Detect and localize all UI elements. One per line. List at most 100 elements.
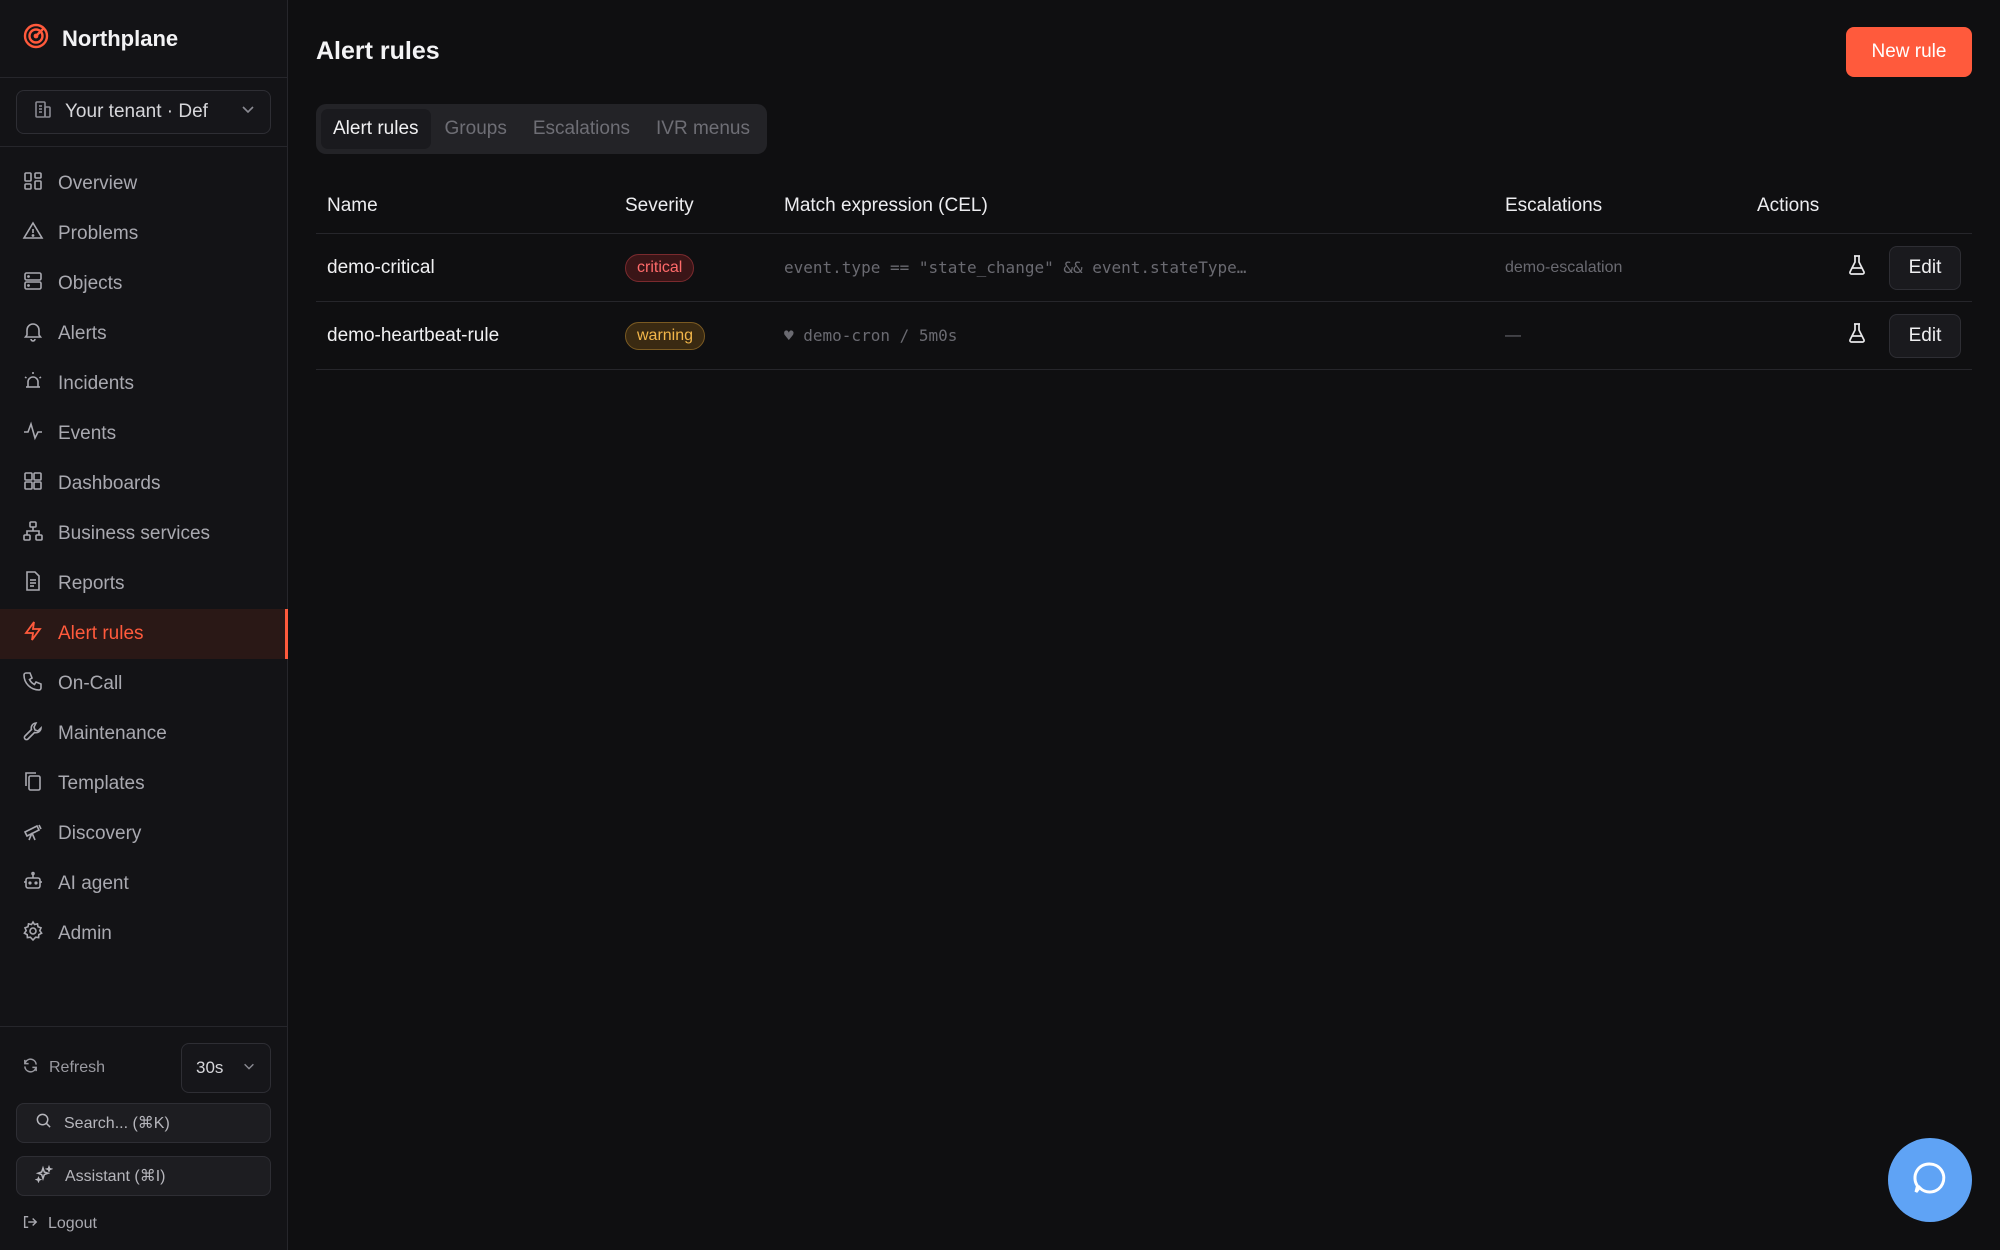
sidebar-item-business-services[interactable]: Business services [0, 509, 287, 559]
sidebar-item-discovery[interactable]: Discovery [0, 809, 287, 859]
edit-button[interactable]: Edit [1889, 245, 1961, 290]
sparkles-icon [34, 1164, 54, 1188]
sidebar-item-ai-agent[interactable]: AI agent [0, 859, 287, 909]
sidebar-item-admin[interactable]: Admin [0, 909, 287, 959]
escalation-name: — [1505, 326, 1521, 344]
alert-rules-table: Name Severity Match expression (CEL) Esc… [316, 178, 1972, 370]
match-expression: ♥ demo-cron / 5m0s [784, 326, 958, 345]
brand-name: Northplane [62, 25, 179, 51]
search-icon [35, 1112, 52, 1134]
match-expression: event.type == "state_change" && event.st… [784, 258, 1247, 277]
sidebar-item-label: Events [58, 423, 117, 444]
chat-bubble-icon [1911, 1159, 1949, 1202]
sidebar-item-label: Overview [58, 173, 138, 194]
tab-groups[interactable]: Groups [433, 109, 519, 149]
sidebar-item-problems[interactable]: Problems [0, 209, 287, 259]
copy-icon [22, 770, 44, 798]
table-row[interactable]: demo-heartbeat-rule warning ♥ demo-cron … [316, 302, 1972, 370]
sidebar-item-overview[interactable]: Overview [0, 159, 287, 209]
server-icon [22, 270, 44, 298]
sidebar-item-templates[interactable]: Templates [0, 759, 287, 809]
sidebar-item-label: Maintenance [58, 723, 167, 744]
column-header-name[interactable]: Name [316, 195, 625, 217]
lightning-icon [22, 620, 44, 648]
sidebar-item-label: Discovery [58, 823, 142, 844]
tab-bar: Alert rules Groups Escalations IVR menus [316, 104, 767, 154]
tenant-selector[interactable]: Your tenant · Def [16, 90, 271, 134]
search-button[interactable]: Search... (⌘K) [16, 1103, 271, 1143]
bell-icon [22, 320, 44, 348]
tenant-label: Your tenant · Def [65, 101, 208, 122]
sidebar-item-label: Dashboards [58, 473, 161, 494]
bot-icon [22, 870, 44, 898]
refresh-interval-select[interactable]: 30s [181, 1043, 271, 1093]
sidebar-item-on-call[interactable]: On-Call [0, 659, 287, 709]
document-icon [22, 570, 44, 598]
search-label: Search... (⌘K) [64, 1115, 170, 1132]
assistant-button[interactable]: Assistant (⌘I) [16, 1156, 271, 1196]
escalation-name: demo-escalation [1505, 258, 1623, 276]
network-icon [22, 520, 44, 548]
warning-triangle-icon [22, 220, 44, 248]
sidebar-item-incidents[interactable]: Incidents [0, 359, 287, 409]
app-root: Northplane Your tenant · Def Overview Pr… [0, 0, 2000, 1250]
chevron-down-icon [240, 101, 256, 123]
refresh-button[interactable]: Refresh [16, 1057, 105, 1079]
brand[interactable]: Northplane [0, 0, 287, 78]
logout-label: Logout [48, 1215, 97, 1232]
sidebar-item-label: Incidents [58, 373, 135, 394]
tab-alert-rules[interactable]: Alert rules [321, 109, 431, 149]
sidebar-item-objects[interactable]: Objects [0, 259, 287, 309]
refresh-label: Refresh [49, 1059, 106, 1076]
activity-icon [22, 420, 44, 448]
column-header-expression[interactable]: Match expression (CEL) [784, 195, 1505, 217]
tab-ivr-menus[interactable]: IVR menus [644, 109, 762, 149]
refresh-interval-value: 30s [196, 1058, 224, 1077]
sidebar-item-label: AI agent [58, 873, 129, 894]
dashboard-icon [22, 470, 44, 498]
table-header: Name Severity Match expression (CEL) Esc… [316, 178, 1972, 234]
tab-escalations[interactable]: Escalations [521, 109, 642, 149]
page-title: Alert rules [316, 36, 440, 65]
column-header-escalations[interactable]: Escalations [1505, 195, 1757, 217]
flask-icon[interactable] [1847, 254, 1867, 281]
sidebar-item-label: Business services [58, 523, 211, 544]
sidebar-item-label: Alert rules [58, 623, 144, 644]
rule-name[interactable]: demo-heartbeat-rule [316, 325, 625, 347]
rule-name[interactable]: demo-critical [316, 257, 625, 279]
edit-button[interactable]: Edit [1889, 313, 1961, 358]
page-header: Alert rules New rule [316, 0, 1972, 104]
sidebar-item-maintenance[interactable]: Maintenance [0, 709, 287, 759]
chat-button[interactable] [1888, 1138, 1972, 1222]
refresh-row: Refresh 30s [16, 1043, 271, 1093]
sidebar-footer: Refresh 30s Search... (⌘K) Assistant (⌘I… [0, 1026, 287, 1250]
logout-icon [22, 1214, 38, 1235]
sidebar-item-label: Reports [58, 573, 125, 594]
sidebar-item-alert-rules[interactable]: Alert rules [0, 609, 288, 659]
sidebar-item-reports[interactable]: Reports [0, 559, 287, 609]
sidebar: Northplane Your tenant · Def Overview Pr… [0, 0, 288, 1250]
logout-button[interactable]: Logout [16, 1209, 271, 1239]
sidebar-item-label: Problems [58, 223, 139, 244]
sidebar-item-label: Admin [58, 923, 112, 944]
sidebar-item-events[interactable]: Events [0, 409, 287, 459]
tenant-selector-wrap: Your tenant · Def [0, 78, 287, 147]
flask-icon[interactable] [1847, 322, 1867, 349]
sidebar-item-label: Objects [58, 273, 123, 294]
sidebar-item-label: On-Call [58, 673, 123, 694]
chevron-down-icon [242, 1058, 256, 1078]
phone-icon [22, 670, 44, 698]
severity-cell: critical [625, 253, 784, 282]
sidebar-nav: Overview Problems Objects Alerts Inciden… [0, 147, 288, 959]
table-row[interactable]: demo-critical critical event.type == "st… [316, 234, 1972, 302]
column-header-actions: Actions [1757, 194, 1820, 216]
severity-badge: warning [625, 321, 706, 350]
severity-cell: warning [625, 321, 784, 350]
logo-icon [22, 22, 50, 55]
new-rule-button[interactable]: New rule [1846, 27, 1972, 77]
sidebar-item-dashboards[interactable]: Dashboards [0, 459, 287, 509]
sidebar-item-alerts[interactable]: Alerts [0, 309, 287, 359]
refresh-icon [22, 1057, 39, 1079]
grid-icon [22, 170, 44, 198]
column-header-severity[interactable]: Severity [625, 195, 784, 217]
